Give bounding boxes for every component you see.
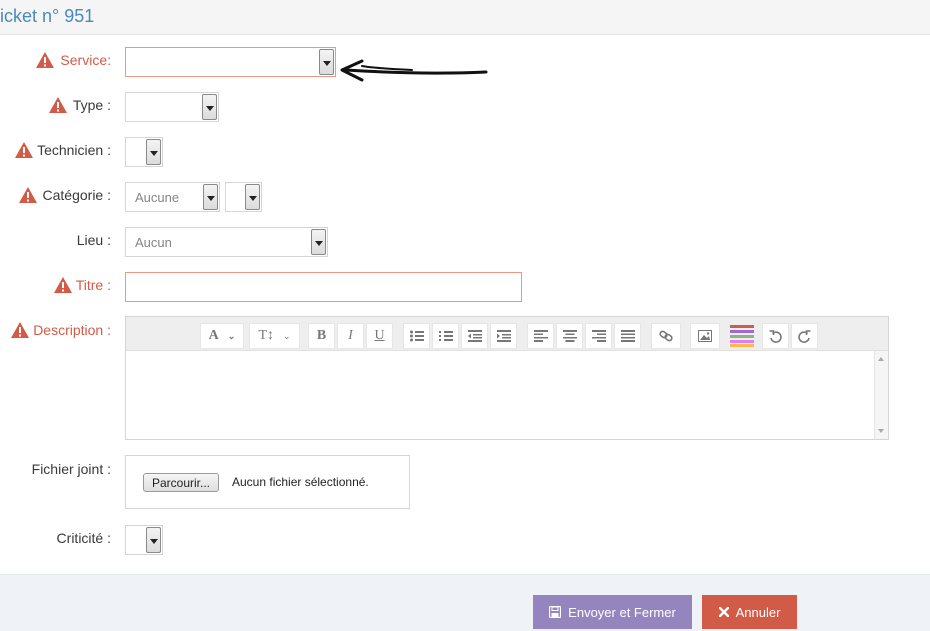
titre-input[interactable] xyxy=(125,272,522,302)
bullet-list-icon xyxy=(409,330,424,342)
modal-header: icket n° 951 xyxy=(0,0,930,35)
type-select[interactable] xyxy=(125,92,219,122)
chevron-down-icon[interactable] xyxy=(146,527,161,553)
align-right-button[interactable] xyxy=(585,323,612,349)
bold-button[interactable]: B xyxy=(308,323,335,349)
file-status: Aucun fichier sélectionné. xyxy=(232,475,369,489)
chevron-down-icon[interactable] xyxy=(146,139,161,165)
lieu-label: Lieu : xyxy=(76,232,111,248)
link-button[interactable] xyxy=(651,323,681,349)
description-editor[interactable]: A ⌄ T↕ ⌄ B I U xyxy=(125,316,889,440)
scroll-up-icon[interactable] xyxy=(878,357,884,361)
bullet-list-button[interactable] xyxy=(403,323,430,349)
redo-button[interactable] xyxy=(791,323,818,349)
service-select[interactable] xyxy=(125,47,336,77)
underline-icon: U xyxy=(374,328,385,343)
modal-footer: Envoyer et Fermer Annuler xyxy=(0,574,930,631)
align-left-icon xyxy=(533,330,548,342)
lieu-value: Aucun xyxy=(135,235,172,250)
technicien-label: Technicien : xyxy=(15,142,111,158)
underline-button[interactable]: U xyxy=(366,323,393,349)
save-icon xyxy=(549,606,562,618)
chevron-down-icon: ⌄ xyxy=(283,330,291,341)
warning-icon xyxy=(18,187,37,203)
criticite-label: Criticité : xyxy=(56,530,111,546)
indent-button[interactable] xyxy=(490,323,517,349)
editor-scrollbar[interactable] xyxy=(874,351,888,439)
numbered-list-button[interactable] xyxy=(432,323,459,349)
categorie-select[interactable]: Aucune xyxy=(125,182,220,212)
send-and-close-button[interactable]: Envoyer et Fermer xyxy=(533,595,692,629)
numbered-list-icon xyxy=(438,331,453,341)
undo-button[interactable] xyxy=(762,323,789,349)
align-right-icon xyxy=(591,330,606,342)
annotation-arrow-icon xyxy=(340,59,488,82)
browse-button[interactable]: Parcourir... xyxy=(143,473,220,492)
outdent-icon xyxy=(467,330,482,342)
font-size-icon: T↕ xyxy=(258,328,274,343)
close-icon xyxy=(718,607,729,617)
color-palette-icon xyxy=(730,325,754,347)
redo-icon xyxy=(798,329,811,343)
warning-icon xyxy=(36,52,55,68)
text-color-button[interactable] xyxy=(727,323,757,349)
image-icon xyxy=(698,330,712,342)
service-label: Service: xyxy=(36,52,111,68)
chevron-down-icon[interactable] xyxy=(311,229,326,255)
chevron-down-icon[interactable] xyxy=(202,94,217,120)
chevron-down-icon[interactable] xyxy=(245,184,260,210)
cancel-button[interactable]: Annuler xyxy=(702,595,797,629)
editor-toolbar: A ⌄ T↕ ⌄ B I U xyxy=(126,317,888,351)
justify-button[interactable] xyxy=(614,323,641,349)
justify-icon xyxy=(620,330,635,342)
warning-icon xyxy=(15,142,34,158)
warning-icon xyxy=(11,322,30,338)
font-icon: A xyxy=(208,328,219,343)
italic-button[interactable]: I xyxy=(337,323,364,349)
chevron-down-icon[interactable] xyxy=(203,184,218,210)
technicien-select[interactable] xyxy=(125,137,163,167)
indent-icon xyxy=(496,330,511,342)
titre-label: Titre : xyxy=(53,277,111,293)
bold-icon: B xyxy=(316,328,327,343)
chevron-down-icon: ⌄ xyxy=(227,330,236,341)
font-family-button[interactable]: A ⌄ xyxy=(200,323,244,349)
link-icon xyxy=(659,330,673,342)
align-center-button[interactable] xyxy=(556,323,583,349)
insert-image-button[interactable] xyxy=(690,323,720,349)
page-title: icket n° 951 xyxy=(0,6,95,26)
warning-icon xyxy=(48,97,67,113)
description-label: Description : xyxy=(11,322,111,338)
warning-icon xyxy=(53,277,72,293)
subcategorie-select[interactable] xyxy=(225,182,262,212)
align-center-icon xyxy=(562,330,577,342)
type-label: Type : xyxy=(48,97,111,113)
outdent-button[interactable] xyxy=(461,323,488,349)
scroll-down-icon[interactable] xyxy=(878,429,884,433)
italic-icon: I xyxy=(348,328,353,343)
categorie-label: Catégorie : xyxy=(18,187,111,203)
font-size-button[interactable]: T↕ ⌄ xyxy=(249,323,300,349)
fichier-label: Fichier joint : xyxy=(31,461,111,477)
lieu-select[interactable]: Aucun xyxy=(125,227,328,257)
categorie-value: Aucune xyxy=(135,190,180,205)
file-upload-box: Parcourir... Aucun fichier sélectionné. xyxy=(125,455,410,509)
undo-icon xyxy=(769,329,782,343)
align-left-button[interactable] xyxy=(527,323,554,349)
criticite-select[interactable] xyxy=(125,525,163,555)
